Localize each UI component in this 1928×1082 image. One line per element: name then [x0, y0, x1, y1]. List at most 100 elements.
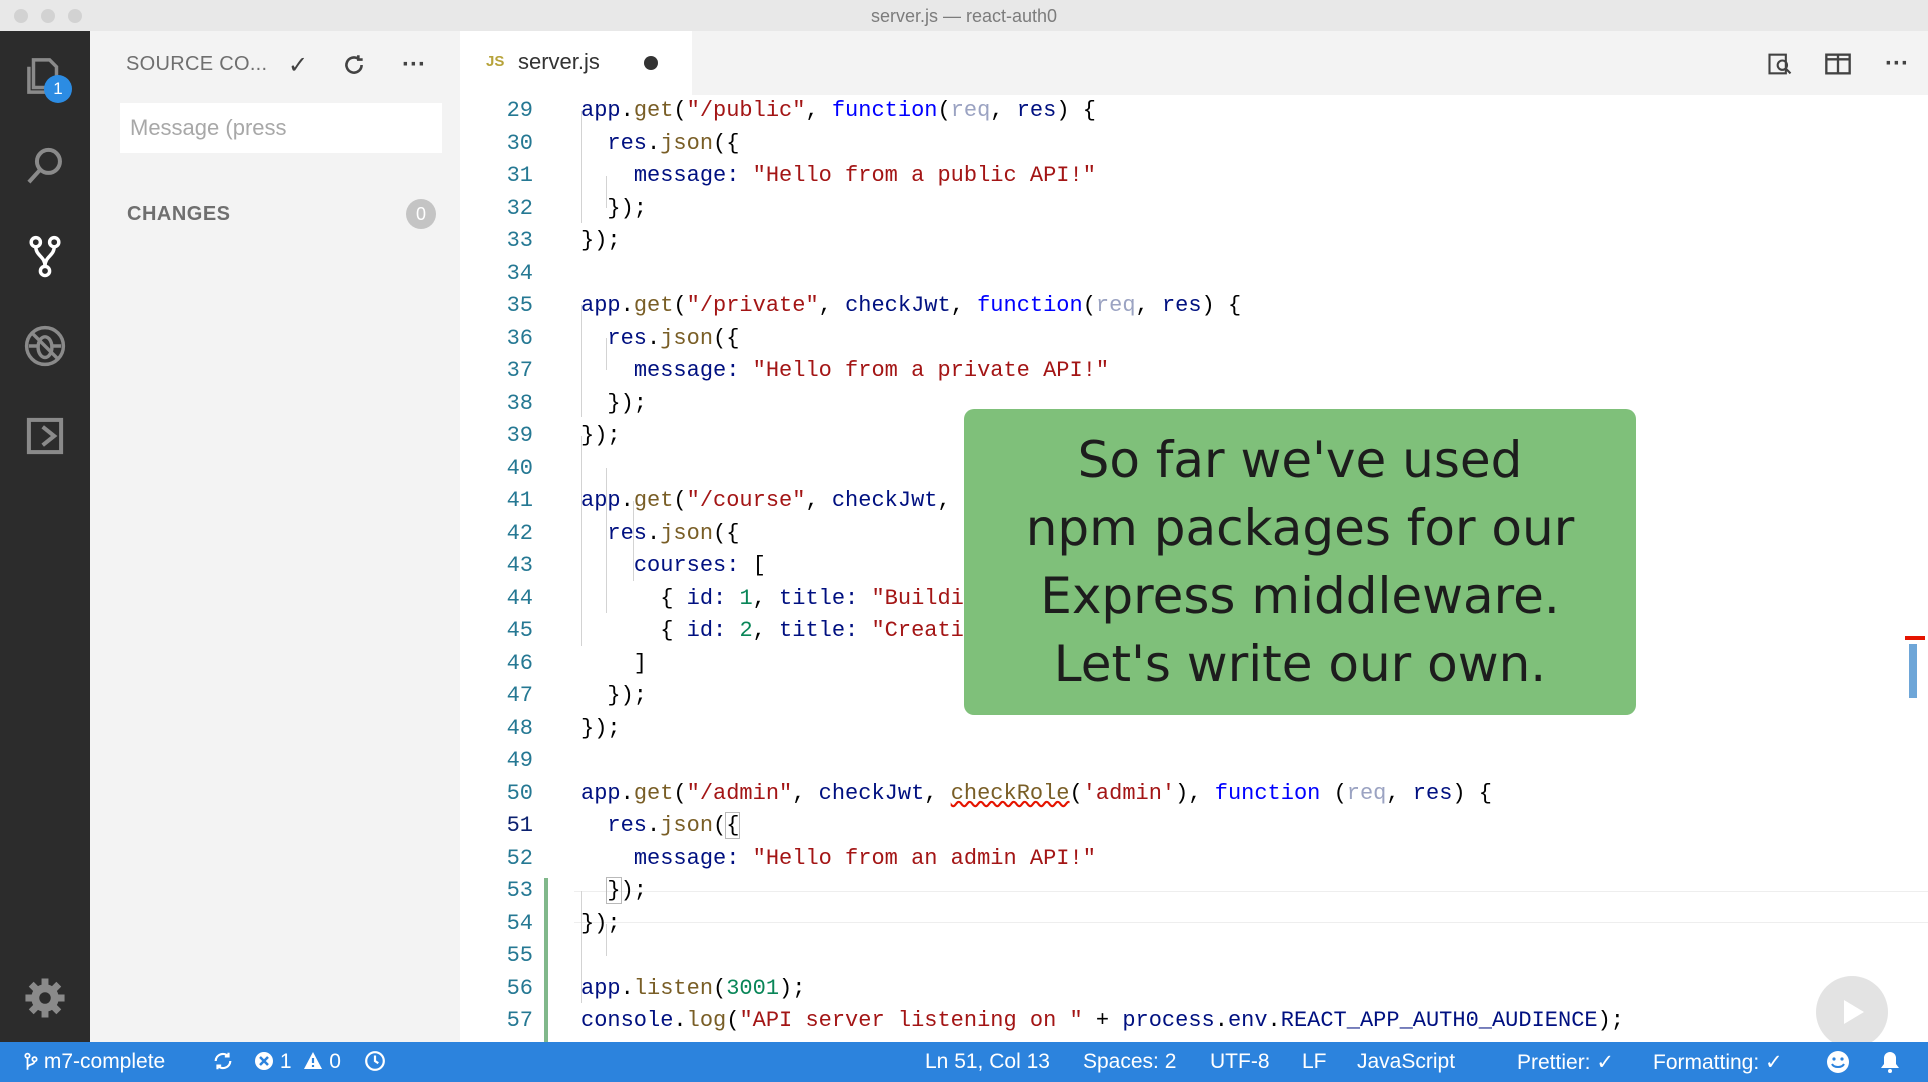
branch-indicator[interactable]: m7-complete	[24, 1050, 165, 1074]
warning-count: 0	[329, 1050, 341, 1073]
caption-line: npm packages for our	[1025, 499, 1575, 557]
language-mode[interactable]: JavaScript	[1357, 1050, 1455, 1074]
line-number: 32	[506, 195, 533, 221]
commit-button[interactable]: ✓	[282, 49, 314, 81]
play-button[interactable]	[1816, 976, 1888, 1048]
line-number: 42	[506, 520, 533, 546]
bell-icon	[1881, 1052, 1899, 1073]
line-number: 29	[506, 98, 533, 123]
code-line: 31 message: "Hello from a public API!"	[460, 160, 1928, 193]
error-count: 1	[279, 1050, 292, 1073]
error-icon	[255, 1052, 273, 1070]
code-line: 54});	[460, 908, 1928, 941]
line-number: 52	[506, 845, 533, 871]
line-number: 38	[506, 390, 533, 416]
line-number: 50	[506, 780, 533, 806]
line-number: 34	[506, 260, 533, 286]
line-number: 43	[506, 553, 533, 578]
code-line: 35 app.get("/private", checkJwt, function…	[460, 290, 1928, 323]
sync-button[interactable]	[212, 1050, 234, 1075]
search-icon[interactable]	[20, 141, 70, 191]
line-number: 57	[506, 1008, 533, 1033]
line-number: 45	[506, 618, 533, 643]
caption-line: So far we've used	[1077, 431, 1523, 489]
activity-bar: 1	[0, 31, 90, 1042]
javascript-file-icon: JS	[486, 53, 505, 70]
line-number: 51	[506, 813, 533, 838]
tab-label: server.js	[518, 49, 600, 74]
code-line: 36 res.json({	[460, 323, 1928, 356]
window-title: server.js — react-auth0	[870, 6, 1058, 26]
code-line: 29 app.get("/public", function(req, res) …	[460, 95, 1928, 128]
more-actions-button[interactable]: ···	[398, 49, 430, 81]
prettier-status[interactable]: Prettier: ✓	[1517, 1050, 1614, 1075]
code-line: 37 message: "Hello from a private API!"	[460, 355, 1928, 388]
indentation-setting[interactable]: Spaces: 2	[1083, 1050, 1176, 1074]
line-number: 37	[506, 358, 533, 383]
caption-line: Let's write our own.	[1053, 635, 1547, 693]
line-number: 49	[506, 748, 533, 773]
line-number: 31	[506, 163, 533, 188]
open-changes-button[interactable]	[1763, 47, 1797, 81]
error-squiggle: checkRole	[950, 780, 1070, 806]
overview-ruler-marker[interactable]	[1905, 636, 1925, 698]
eol-setting[interactable]: LF	[1302, 1050, 1327, 1074]
caption-overlay: So far we've used npm packages for our E…	[964, 409, 1636, 715]
cursor-position[interactable]: Ln 51, Col 13	[925, 1050, 1050, 1074]
sync-icon	[214, 1052, 232, 1070]
line-number: 46	[506, 650, 533, 676]
code-line: 50 app.get("/admin", checkJwt, checkRole(…	[460, 778, 1928, 811]
source-control-panel: SOURCE CO... ✓ ··· CHANGES 0	[90, 31, 460, 1042]
code-line: 49	[460, 745, 1928, 778]
debug-icon[interactable]	[20, 321, 70, 371]
line-number: 48	[506, 715, 533, 741]
code-line: 53 });	[460, 875, 1928, 908]
tab-server-js[interactable]: JS server.js	[460, 31, 692, 95]
line-number: 47	[506, 683, 533, 708]
code-line: 52 message: "Hello from an admin API!"	[460, 843, 1928, 876]
smiley-icon	[1827, 1051, 1849, 1073]
encoding-setting[interactable]: UTF-8	[1210, 1050, 1270, 1074]
editor-more-button[interactable]: ···	[1880, 47, 1914, 81]
line-number: 33	[506, 228, 533, 253]
formatting-status[interactable]: Formatting: ✓	[1653, 1050, 1783, 1075]
caption-line: Express middleware.	[1040, 567, 1560, 625]
code-line: 48});	[460, 713, 1928, 746]
branch-icon	[24, 1052, 38, 1070]
line-number: 35	[506, 293, 533, 318]
code-line: 30 res.json({	[460, 128, 1928, 161]
source-control-icon[interactable]	[20, 231, 70, 281]
line-number: 30	[506, 130, 533, 156]
refresh-button[interactable]	[338, 49, 370, 81]
line-number: 53	[506, 878, 533, 903]
commit-message-input[interactable]	[120, 103, 442, 153]
unsaved-indicator-icon[interactable]	[644, 56, 658, 70]
line-number: 40	[506, 455, 533, 481]
title-bar: server.js — react-auth0	[0, 0, 1928, 32]
changes-count-badge: 0	[406, 199, 436, 229]
split-editor-icon	[1825, 53, 1851, 75]
line-number: 36	[506, 325, 533, 351]
code-line: 56 app.listen(3001);	[460, 973, 1928, 1006]
extensions-icon[interactable]	[20, 411, 70, 461]
warning-icon	[304, 1052, 323, 1069]
panel-title: SOURCE CO...	[126, 53, 268, 75]
line-number: 39	[506, 423, 533, 448]
notifications-button[interactable]	[1878, 1050, 1902, 1076]
editor-tab-bar: JS server.js ···	[460, 31, 1928, 95]
problems-indicator[interactable]: 1 0	[254, 1050, 341, 1074]
feedback-button[interactable]	[1826, 1050, 1850, 1076]
history-button[interactable]	[364, 1050, 386, 1075]
line-number: 54	[506, 910, 533, 936]
clock-icon	[365, 1051, 385, 1071]
split-editor-button[interactable]	[1821, 47, 1855, 81]
play-icon	[1844, 1000, 1864, 1024]
line-number: 55	[506, 943, 533, 968]
line-number: 56	[506, 975, 533, 1001]
gear-icon[interactable]	[20, 973, 70, 1023]
branch-name: m7-complete	[43, 1050, 166, 1073]
changes-section-header[interactable]: CHANGES	[127, 203, 231, 226]
refresh-icon	[345, 55, 363, 74]
explorer-badge: 1	[44, 75, 72, 103]
code-line-active: 51 res.json({	[460, 810, 1928, 843]
